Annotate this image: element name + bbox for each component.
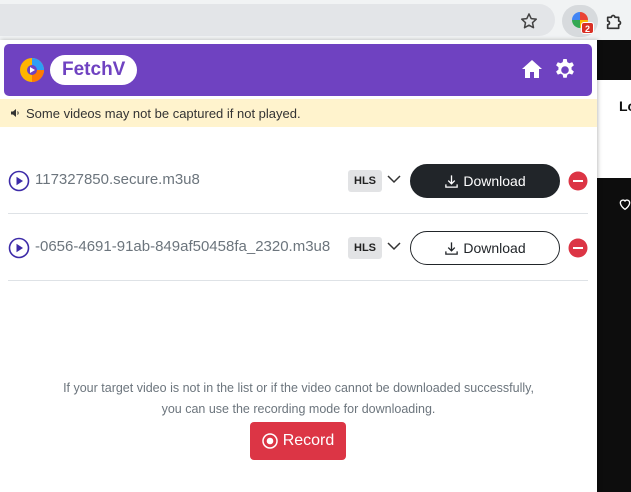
speaker-icon xyxy=(11,109,19,117)
brand: FetchV xyxy=(18,55,138,85)
home-icon[interactable] xyxy=(520,57,544,81)
download-icon xyxy=(445,174,459,188)
chevron-down-icon[interactable] xyxy=(387,241,401,251)
notice-text: Some videos may not be captured if not p… xyxy=(26,105,301,121)
download-label: Download xyxy=(463,173,526,189)
star-icon[interactable] xyxy=(519,11,539,31)
download-button[interactable]: Download xyxy=(410,164,560,198)
record-icon xyxy=(261,433,278,449)
extension-badge: 2 xyxy=(581,22,594,34)
format-tag: HLS xyxy=(348,170,382,192)
background-page: Lo xyxy=(597,40,631,492)
recording-help-text: If your target video is not in the list … xyxy=(0,378,597,420)
background-page-text: Lo xyxy=(619,98,631,114)
puzzle-icon[interactable] xyxy=(604,10,626,32)
extension-button[interactable]: 2 xyxy=(562,5,598,37)
popup-header: FetchV xyxy=(4,44,592,96)
video-filename: 117327850.secure.m3u8 xyxy=(35,171,200,188)
help-line: you can use the recording mode for downl… xyxy=(161,402,436,416)
heart-icon xyxy=(619,199,631,211)
remove-icon[interactable] xyxy=(568,171,588,191)
fetchv-popup: FetchV Some videos may not be captured i… xyxy=(0,40,597,492)
download-label: Download xyxy=(463,240,526,256)
video-row: 117327850.secure.m3u8 HLS Download xyxy=(8,148,588,214)
gear-icon[interactable] xyxy=(553,57,577,81)
play-icon[interactable] xyxy=(8,170,30,192)
record-label: Record xyxy=(282,432,335,449)
address-bar[interactable] xyxy=(0,4,555,36)
browser-toolbar: 2 xyxy=(0,0,631,40)
chevron-down-icon[interactable] xyxy=(387,174,401,184)
background-page-header xyxy=(597,80,631,178)
video-filename: -0656-4691-91ab-849af50458fa_2320.m3u8 xyxy=(35,238,331,255)
capture-notice: Some videos may not be captured if not p… xyxy=(0,99,597,127)
download-icon xyxy=(445,241,459,255)
brand-name: FetchV xyxy=(50,55,138,85)
remove-icon[interactable] xyxy=(568,238,588,258)
format-tag: HLS xyxy=(348,237,382,259)
play-icon[interactable] xyxy=(8,237,30,259)
download-button[interactable]: Download xyxy=(410,231,560,265)
video-row: -0656-4691-91ab-849af50458fa_2320.m3u8 H… xyxy=(8,215,588,281)
fetchv-logo-icon xyxy=(20,58,44,82)
help-line: If your target video is not in the list … xyxy=(63,381,534,395)
record-button[interactable]: Record xyxy=(250,422,346,460)
